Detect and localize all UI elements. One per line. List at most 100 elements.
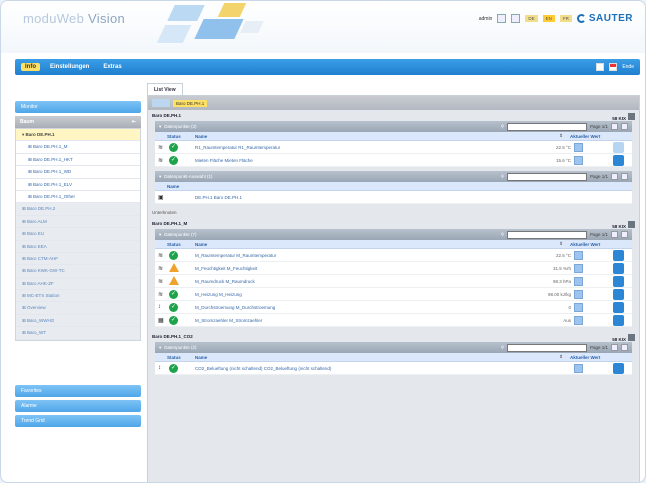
breadcrumb-root[interactable] bbox=[152, 99, 170, 107]
point-name[interactable]: DE.PH.1 Baro DE.PH.1 bbox=[191, 195, 632, 200]
table-row[interactable]: ▦ ✓ M_Stromzaehler M_Stromzaehler Aus bbox=[155, 314, 632, 327]
edit-icon[interactable] bbox=[613, 288, 624, 300]
col-name[interactable]: Name bbox=[155, 184, 632, 189]
page-prev-icon[interactable] bbox=[611, 344, 618, 351]
edit-icon[interactable] bbox=[613, 314, 624, 326]
point-name[interactable]: R1_Raumtemperatur R1_Raumtemperatur bbox=[191, 145, 519, 150]
col-name[interactable]: Name bbox=[195, 134, 552, 139]
write-icon[interactable] bbox=[574, 142, 583, 152]
section-name[interactable]: Baro DE.PH.1 bbox=[152, 113, 181, 118]
write-icon[interactable] bbox=[574, 276, 583, 286]
expand-icon[interactable]: ▾ bbox=[159, 345, 161, 351]
page-prev-icon[interactable] bbox=[611, 123, 618, 130]
section-name[interactable]: Baro DE.PH.1_CO2 bbox=[152, 334, 193, 339]
filter-input[interactable] bbox=[506, 230, 587, 239]
page-next-icon[interactable] bbox=[621, 123, 628, 130]
filter-input[interactable] bbox=[506, 122, 587, 131]
tree-node[interactable]: ▾ Baro DE.PH.1 bbox=[16, 129, 140, 142]
table-row[interactable]: ▣ DE.PH.1 Baro DE.PH.1 bbox=[155, 191, 632, 204]
filter-icon[interactable]: ⚲ bbox=[501, 345, 504, 351]
sort-icon[interactable]: ⇕ bbox=[552, 241, 570, 247]
page-prev-icon[interactable] bbox=[611, 173, 618, 180]
point-name[interactable]: M_Stromzaehler M_Stromzaehler bbox=[191, 318, 519, 323]
point-name[interactable]: M_Heizung M_Heizung bbox=[191, 292, 519, 297]
col-value[interactable]: Aktueller Wert bbox=[570, 134, 632, 139]
group-header[interactable]: ▾ Datenpunkte (2) ⚲ Page 1/1 bbox=[155, 342, 632, 353]
edit-icon[interactable] bbox=[613, 275, 624, 287]
write-icon[interactable] bbox=[574, 263, 583, 273]
write-icon[interactable] bbox=[574, 315, 583, 325]
logout-link[interactable]: Ende bbox=[622, 64, 634, 70]
filter-input[interactable] bbox=[506, 172, 587, 181]
monitor-button[interactable]: Monitor bbox=[15, 101, 141, 113]
table-row[interactable]: ↕ ✓ M_Durchstroemung M_Durchstroemung 0 bbox=[155, 301, 632, 314]
write-icon[interactable] bbox=[574, 289, 583, 299]
section-name[interactable]: Baro DE.PH.1_M bbox=[152, 221, 187, 226]
write-icon[interactable] bbox=[574, 363, 583, 373]
table-row[interactable]: ≋ M_Feuchtigkeit M_Feuchtigkeit 31.5 %rh bbox=[155, 262, 632, 275]
grid-icon[interactable] bbox=[628, 113, 635, 120]
sort-icon[interactable]: ⇕ bbox=[552, 133, 570, 139]
print-icon[interactable] bbox=[596, 63, 605, 71]
point-name[interactable]: M_Raumdruck M_Raumdruck bbox=[191, 279, 519, 284]
filter-icon[interactable]: ⚲ bbox=[501, 232, 504, 238]
edit-icon[interactable] bbox=[613, 249, 624, 261]
flag-icon[interactable] bbox=[609, 63, 618, 71]
tree-node[interactable]: ⊞ Baro_WWHG bbox=[16, 314, 140, 328]
nav-info[interactable]: Info bbox=[21, 63, 40, 71]
sidebar-bottom-button[interactable]: Trend Grid bbox=[15, 414, 141, 427]
page-prev-icon[interactable] bbox=[611, 231, 618, 238]
tree-node[interactable]: ⊞ Baro DE.PH.2 bbox=[16, 203, 140, 216]
edit-icon[interactable] bbox=[613, 301, 624, 313]
tree-node[interactable]: ⊞ Baro EEA bbox=[16, 240, 140, 253]
tree-node[interactable]: ⊞ Baro ALM bbox=[16, 215, 140, 229]
expand-icon[interactable]: ▾ bbox=[159, 232, 161, 238]
col-status[interactable]: Status bbox=[155, 242, 195, 247]
table-row[interactable]: ≋ ✓ M_Raumtemperatur M_Raumtemperatur 22.5 … bbox=[155, 249, 632, 262]
tree-node[interactable]: ⊞ Baro DE.PH.1_Other bbox=[16, 191, 140, 204]
sort-icon[interactable]: ⇕ bbox=[552, 354, 570, 360]
col-name[interactable]: Name bbox=[195, 355, 552, 360]
tree-node[interactable]: ⊞ Baro KWK-GW-TC bbox=[16, 265, 140, 278]
expand-icon[interactable]: ▾ bbox=[159, 174, 161, 180]
user-icon[interactable] bbox=[497, 14, 507, 23]
page-next-icon[interactable] bbox=[621, 231, 628, 238]
table-row[interactable]: ↕ ✓ CO2_Belueftung (nicht schaltend) CO2_B… bbox=[155, 362, 632, 375]
filter-input[interactable] bbox=[506, 343, 587, 352]
tree-node[interactable]: ⊞ Baro DE.PH.1_WD bbox=[16, 166, 140, 179]
table-row[interactable]: ≋ ✓ M_Heizung M_Heizung 98.00 kJ/kg bbox=[155, 288, 632, 301]
point-name[interactable]: M_Raumtemperatur M_Raumtemperatur bbox=[191, 253, 519, 258]
lang-fr[interactable]: FR bbox=[559, 15, 572, 22]
edit-icon[interactable] bbox=[613, 362, 624, 374]
filter-icon[interactable]: ⚲ bbox=[501, 174, 504, 180]
lang-en[interactable]: EN bbox=[542, 15, 555, 22]
page-next-icon[interactable] bbox=[621, 344, 628, 351]
sidebar-bottom-button[interactable]: Favorites bbox=[15, 384, 141, 397]
point-name[interactable]: M_Feuchtigkeit M_Feuchtigkeit bbox=[191, 266, 519, 271]
tree-node[interactable]: ⊞ Baro EU bbox=[16, 228, 140, 241]
tree-node[interactable]: ⊞ Overview bbox=[16, 302, 140, 315]
col-status[interactable]: Status bbox=[155, 355, 195, 360]
nav-extras[interactable]: Extras bbox=[99, 63, 125, 71]
col-status[interactable]: Status bbox=[155, 134, 195, 139]
settings-icon[interactable] bbox=[511, 14, 521, 23]
edit-icon[interactable] bbox=[613, 154, 624, 166]
tree-node[interactable]: ⊞ Baro DE.PH.1_ELV bbox=[16, 179, 140, 191]
edit-icon[interactable] bbox=[613, 262, 624, 274]
filter-icon[interactable]: ⚲ bbox=[501, 124, 504, 130]
write-icon[interactable] bbox=[574, 302, 583, 312]
grid-icon[interactable] bbox=[628, 334, 635, 341]
breadcrumb-current[interactable]: Baro DE.PH.1 bbox=[173, 99, 208, 107]
table-row[interactable]: ≋ M_Raumdruck M_Raumdruck 98.3 hPa bbox=[155, 275, 632, 288]
tree-node[interactable]: ⊞ Baro CTM-AHF bbox=[16, 252, 140, 266]
col-value[interactable]: Aktueller Wert bbox=[570, 355, 632, 360]
tree-node[interactable]: ⊞ Baro_WT bbox=[16, 327, 140, 340]
tree-node[interactable]: ⊞ Baro AHK-ZF bbox=[16, 277, 140, 291]
point-name[interactable]: M_Durchstroemung M_Durchstroemung bbox=[191, 305, 519, 310]
point-name[interactable]: Mieten Fläche Mieten Fläche bbox=[191, 158, 519, 163]
table-row[interactable]: ≋ ✓ Mieten Fläche Mieten Fläche 15.6 °C bbox=[155, 154, 632, 167]
tree-node[interactable]: ⊞ MC-ETX Station bbox=[16, 290, 140, 303]
expand-icon[interactable]: ▾ bbox=[159, 124, 161, 130]
table-row[interactable]: ≋ ✓ R1_Raumtemperatur R1_Raumtemperatur 22.… bbox=[155, 141, 632, 154]
group-header[interactable]: ▾ Datenpunkte (7) ⚲ Page 1/1 bbox=[155, 229, 632, 240]
